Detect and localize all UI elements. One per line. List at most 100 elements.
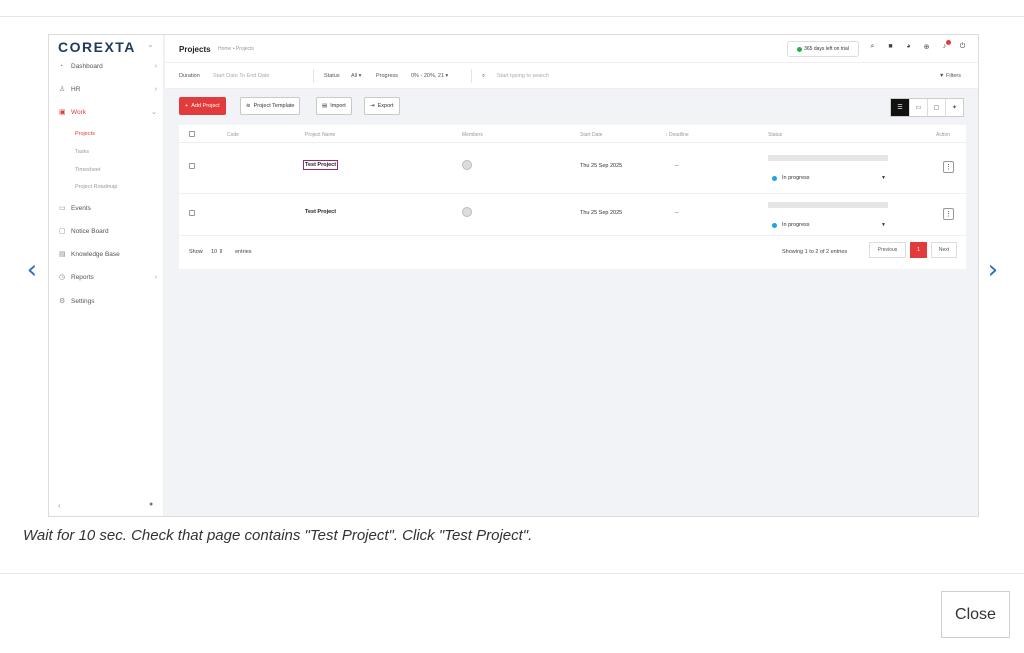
row-checkbox[interactable] [189,210,195,216]
project-template-button[interactable]: ≋ Project Template [240,97,301,115]
row-checkbox[interactable] [189,163,195,169]
clock-icon[interactable]: ◕ [903,43,914,51]
sidebar-item-work[interactable]: ▣ Work ⌄ [59,105,159,119]
page-size-value: 10 [211,249,218,255]
sidebar-item-label: Dashboard [71,62,103,70]
page-size-select[interactable]: 10 ⇕ [211,249,223,255]
pin-icon[interactable]: ✦ [945,99,963,116]
status-dot-icon [772,222,777,228]
header-divider [0,16,1024,17]
column-header-deadline-label: Deadline [668,132,689,138]
project-template-label: Project Template [253,103,295,109]
chevron-down-icon: ⌄ [151,109,157,116]
next-page-button[interactable]: Next [931,242,957,258]
project-name-link[interactable]: Test Project [302,160,339,170]
column-header-project-name[interactable]: Project Name [305,132,335,138]
add-project-button[interactable]: + Add Project [179,97,226,115]
status-select[interactable]: All ▾ [351,73,361,79]
sidebar-subitem-projects[interactable]: Projects [75,131,95,137]
caret-down-icon: ▼ [881,175,886,181]
sidebar-item-label: HR [71,85,81,93]
deadline-cell: -- [675,210,679,216]
column-header-action[interactable]: Action [936,132,950,138]
filter-divider [313,69,314,83]
step-screenshot: COREXTA ⌄ ◔ Dashboard › ♙ HR › ▣ Work ⌄ … [48,34,979,517]
previous-page-button[interactable]: Previous [869,242,906,258]
sidebar-item-settings[interactable]: ⚙ Settings [59,294,159,308]
page-1-button[interactable]: 1 [910,242,927,258]
sidebar-subitem-project-roadmap[interactable]: Project Roadmap [75,184,118,190]
status-dropdown[interactable]: In progress ▼ [772,219,892,231]
gear-icon: ⚙ [59,298,66,305]
trial-badge[interactable]: 365 days left on trial [787,41,859,57]
start-date-cell: Thu 25 Sep 2025 [580,210,623,216]
progress-select-value: 0% - 20%, 21 [411,73,445,79]
filters-button[interactable]: ▼ Filters [939,73,961,79]
bell-icon[interactable]: ♪ [939,40,951,51]
progress-select[interactable]: 0% - 20%, 21 ▾ [411,73,448,79]
status-dot-icon [772,175,777,181]
status-dropdown[interactable]: In progress ▼ [772,172,892,184]
table-header-divider [179,142,966,143]
calendar-view-icon[interactable]: ▢ [927,99,945,116]
select-all-checkbox[interactable] [189,131,195,137]
column-header-status[interactable]: Status [768,132,782,138]
search-input[interactable]: Start typing to search [497,73,549,79]
sidebar-item-hr[interactable]: ♙ HR › [59,82,159,96]
progress-bar [768,155,888,161]
close-button[interactable]: Close [941,591,1010,638]
step-instruction: Wait for 10 sec. Check that page contain… [23,527,533,544]
power-icon[interactable]: ⏻ [957,43,968,51]
export-label: Export [377,103,394,109]
sidebar-item-dashboard[interactable]: ◔ Dashboard › [59,59,159,73]
column-header-members[interactable]: Members [462,132,483,138]
member-avatar[interactable] [462,207,472,217]
column-header-code[interactable]: Code [227,132,239,138]
page-title: Projects [179,45,211,54]
status-value: In progress [782,222,810,228]
sidebar-item-notice-board[interactable]: ▢ Notice Board [59,224,159,238]
row-action-menu-icon[interactable]: ⋮ [943,208,954,220]
collapse-sidebar-icon[interactable]: ‹ [58,501,61,510]
row-action-menu-icon[interactable]: ⋮ [943,161,954,173]
board-view-icon[interactable]: ▭ [909,99,927,116]
export-icon: ⇥ [370,103,375,109]
sidebar-subitem-timesheet[interactable]: Timesheet [75,167,100,173]
sidebar-item-label: Events [71,204,91,212]
project-name-link[interactable]: Test Project [305,209,336,215]
breadcrumb: Home • Projects [218,46,254,52]
duration-input[interactable]: Start Date To End Date [213,73,269,79]
people-icon: ♙ [59,86,66,93]
column-header-deadline[interactable]: ↕ Deadline [665,132,689,138]
chevron-down-icon[interactable]: ⌄ [147,40,154,49]
next-step-arrow-icon[interactable]: › [983,256,1003,284]
status-value: In progress [782,175,810,181]
header-icons: ⌕ ■ ◕ ⊕ ♪ ⏻ [867,40,968,51]
help-icon[interactable]: ● [149,501,153,508]
sidebar-item-knowledge-base[interactable]: ▤ Knowledge Base [59,247,159,261]
chevron-right-icon: › [154,85,157,93]
duration-label: Duration [179,73,200,79]
list-view-icon[interactable]: ☰ [891,99,909,116]
filters-label: Filters [945,73,961,79]
add-circle-icon[interactable]: ⊕ [921,43,932,51]
search-icon: ⌕ [482,73,486,79]
chevron-right-icon: › [154,62,157,70]
column-header-start-date[interactable]: Start Date [580,132,603,138]
search-icon[interactable]: ⌕ [867,43,878,51]
app-sidebar: COREXTA ⌄ ◔ Dashboard › ♙ HR › ▣ Work ⌄ … [49,35,164,516]
caret-down-icon: ▼ [881,222,886,228]
import-button[interactable]: ▤ Import [316,97,352,115]
sticky-note-icon[interactable]: ■ [885,43,896,51]
briefcase-icon: ▣ [59,109,66,116]
row-divider [179,235,966,236]
sidebar-item-events[interactable]: ▭ Events [59,201,159,215]
start-date-cell: Thu 25 Sep 2025 [580,163,623,169]
layers-icon: ≋ [246,103,251,109]
sidebar-subitem-tasks[interactable]: Tasks [75,149,89,155]
export-button[interactable]: ⇥ Export [364,97,400,115]
previous-step-arrow-icon[interactable]: ‹ [22,256,42,284]
show-entries-label: Show [189,249,203,255]
sidebar-item-reports[interactable]: ◷ Reports › [59,270,159,284]
member-avatar[interactable] [462,160,472,170]
